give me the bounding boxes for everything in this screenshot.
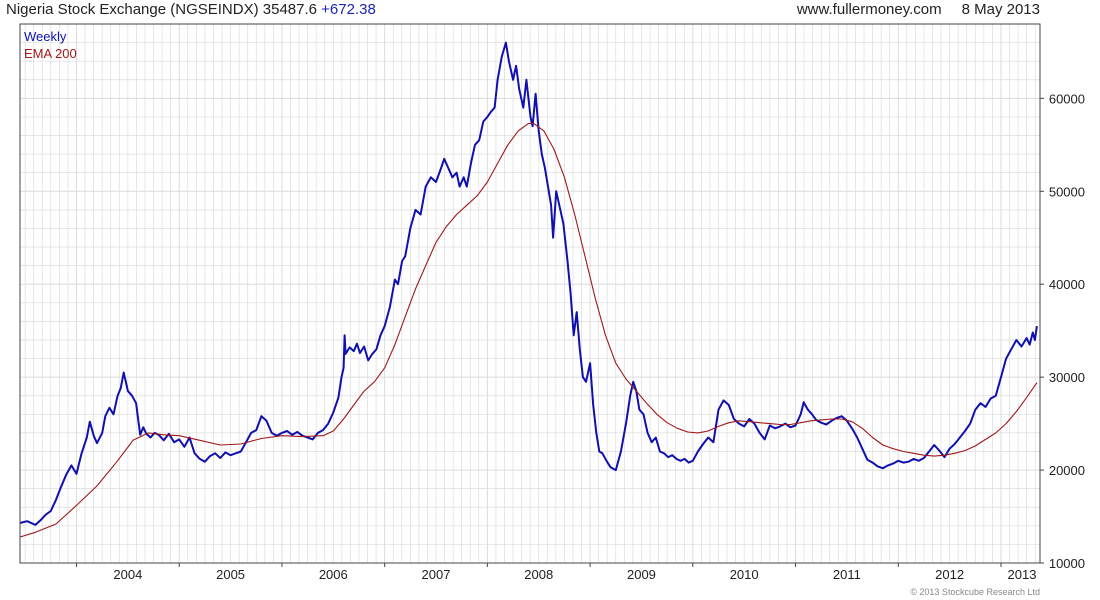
chart-legend: Weekly EMA 200 [24, 29, 77, 61]
y-axis-ticks: 10000 20000 30000 40000 50000 60000 [1040, 91, 1085, 571]
y-tick-label: 20000 [1049, 463, 1085, 478]
price-chart: 2004 2005 2006 2007 2008 2009 2010 2011 2012 2013… [19, 23, 1085, 582]
y-tick-label: 60000 [1049, 91, 1085, 106]
x-tick-label: 2012 [935, 567, 964, 582]
x-tick-label: 2013 [1008, 567, 1037, 582]
x-tick-label: 2004 [113, 567, 142, 582]
y-tick-label: 10000 [1049, 556, 1085, 571]
legend-ema-200: EMA 200 [24, 46, 77, 61]
x-tick-label: 2009 [627, 567, 656, 582]
y-tick-label: 40000 [1049, 277, 1085, 292]
x-tick-label: 2007 [422, 567, 451, 582]
series-line-ema-200 [19, 122, 1038, 538]
x-tick-label: 2008 [524, 567, 553, 582]
y-tick-label: 30000 [1049, 370, 1085, 385]
x-tick-label: 2006 [319, 567, 348, 582]
legend-weekly: Weekly [24, 29, 67, 44]
x-tick-label: 2010 [730, 567, 759, 582]
y-tick-label: 50000 [1049, 184, 1085, 199]
x-axis-ticks: 2004 2005 2006 2007 2008 2009 2010 2011 2012 2013 [75, 563, 1037, 582]
x-tick-label: 2011 [833, 567, 861, 582]
copyright-note: © 2013 Stockcube Research Ltd [910, 587, 1040, 597]
x-tick-label: 2005 [216, 567, 245, 582]
